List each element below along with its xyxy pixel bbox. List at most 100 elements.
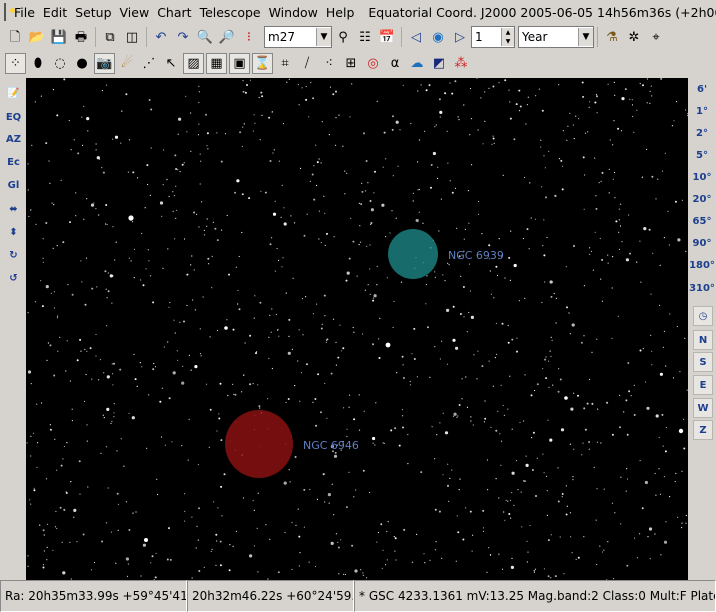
new-window-icon[interactable]: ◫ xyxy=(122,27,142,47)
telescope-icon[interactable]: ⚗ xyxy=(602,27,622,47)
reset-time-icon[interactable]: ◉ xyxy=(428,27,448,47)
menu-edit[interactable]: Edit xyxy=(39,5,71,20)
cloud-icon[interactable]: ☁ xyxy=(407,53,427,73)
color-dots-icon[interactable]: ⁂ xyxy=(451,53,471,73)
fov-button-90deg[interactable]: 90° xyxy=(688,238,716,249)
altaz-projection-button[interactable]: AZ xyxy=(4,130,23,149)
zoom-in-icon[interactable]: 🔍 xyxy=(195,27,215,47)
star-dot xyxy=(366,245,368,247)
flip-vertical-icon[interactable]: ⬍ xyxy=(4,223,23,242)
equatorial-projection-button[interactable]: EQ xyxy=(4,108,23,127)
spinner-arrows-icon[interactable]: ▲ ▼ xyxy=(501,28,514,46)
planet-icon[interactable]: ● xyxy=(72,53,92,73)
ecliptic-projection-button[interactable]: Ec xyxy=(4,153,23,172)
pointer-icon[interactable]: ↖ xyxy=(161,53,181,73)
constellation-lines-icon[interactable]: ⋰ xyxy=(139,53,159,73)
star-dot xyxy=(375,402,377,404)
ngc-6939-label[interactable]: NGC 6939 xyxy=(448,249,504,262)
star-dot xyxy=(664,152,667,154)
star-dot xyxy=(142,543,146,547)
direction-north-button[interactable]: N xyxy=(693,330,713,350)
rotate-counterclockwise-icon[interactable]: ↺ xyxy=(4,269,23,288)
copy-icon[interactable]: ⧉ xyxy=(100,27,120,47)
star-dot xyxy=(271,367,273,370)
star-dot xyxy=(660,78,663,80)
direction-zenith-button[interactable]: Z xyxy=(693,420,713,440)
menu-chart[interactable]: Chart xyxy=(153,5,195,20)
time-unit-select[interactable]: Year ▼ xyxy=(518,26,594,48)
ngc-6939-marker[interactable] xyxy=(388,229,438,279)
redo-icon[interactable]: ↷ xyxy=(173,27,193,47)
direction-south-button[interactable]: S xyxy=(693,352,713,372)
fov-button-20deg[interactable]: 20° xyxy=(688,194,716,205)
galactic-projection-button[interactable]: Gl xyxy=(4,176,23,195)
horizon-icon[interactable]: ⊞ xyxy=(341,53,361,73)
menu-help[interactable]: Help xyxy=(322,5,359,20)
galaxy-icon[interactable]: ◌ xyxy=(50,53,70,73)
list-icon[interactable]: ☷ xyxy=(355,27,375,47)
frame-icon[interactable]: ⌗ xyxy=(275,53,295,73)
ngc-6946-label[interactable]: NGC 6946 xyxy=(303,439,359,452)
fov-button-2deg[interactable]: 2° xyxy=(688,128,716,139)
menu-telescope[interactable]: Telescope xyxy=(196,5,265,20)
star-dot xyxy=(536,383,539,386)
calendar-icon[interactable]: 📅 xyxy=(377,27,397,47)
star-dot xyxy=(509,101,511,103)
menu-window[interactable]: Window xyxy=(265,5,322,20)
time-step-spinner[interactable]: 1 ▲ ▼ xyxy=(471,26,515,48)
labels-icon[interactable]: ⁖ xyxy=(319,53,339,73)
chevron-down-icon[interactable]: ▼ xyxy=(578,28,593,46)
fov-button-6arcmin[interactable]: 6' xyxy=(688,84,716,95)
star-dot xyxy=(640,281,642,283)
sky-chart[interactable]: NGC 6939 NGC 6946 xyxy=(26,78,688,580)
stars-icon[interactable]: ⁘ xyxy=(5,52,26,74)
star-dot xyxy=(424,562,426,564)
rotate-clockwise-icon[interactable]: ↻ xyxy=(4,246,23,265)
milky-way-icon[interactable]: ▨ xyxy=(183,52,204,74)
alpha-icon[interactable]: α xyxy=(385,53,405,73)
star-dot xyxy=(531,437,533,439)
scope-icon[interactable]: ⌛ xyxy=(252,52,273,74)
save-icon[interactable]: 💾 xyxy=(49,27,69,47)
fov-button-1deg[interactable]: 1° xyxy=(688,106,716,117)
target-icon[interactable]: ⌖ xyxy=(646,27,666,47)
star-dot xyxy=(277,259,280,261)
image-camera-icon[interactable]: 📷 xyxy=(94,52,115,74)
center-icon[interactable]: ⁝ xyxy=(239,27,259,47)
step-forward-icon[interactable]: ▷ xyxy=(450,27,470,47)
edit-note-icon[interactable]: 📝 xyxy=(4,84,23,103)
open-folder-icon[interactable]: 📂 xyxy=(27,27,47,47)
ecliptic-icon[interactable]: ⧸ xyxy=(297,53,317,73)
compass-icon[interactable]: ◷ xyxy=(693,306,713,326)
sky-chart-canvas[interactable]: NGC 6939 NGC 6946 xyxy=(26,78,688,580)
fov-button-310deg[interactable]: 310° xyxy=(688,283,716,294)
binoculars-icon[interactable]: ⚲ xyxy=(333,27,353,47)
bullseye-icon[interactable]: ◎ xyxy=(363,53,383,73)
new-file-icon[interactable]: 🗋 xyxy=(5,27,25,47)
menu-setup[interactable]: Setup xyxy=(71,5,115,20)
animation-icon[interactable]: ✲ xyxy=(624,27,644,47)
direction-west-button[interactable]: W xyxy=(693,398,713,418)
star-dot xyxy=(425,303,427,305)
nebula-icon[interactable]: ⬮ xyxy=(28,53,48,73)
flip-horizontal-icon[interactable]: ⬌ xyxy=(4,200,23,219)
search-object-combo[interactable]: m27 ▼ xyxy=(264,26,332,48)
step-back-icon[interactable]: ◁ xyxy=(406,27,426,47)
undo-icon[interactable]: ↶ xyxy=(151,27,171,47)
grid-icon[interactable]: ▦ xyxy=(206,52,227,74)
fov-button-65deg[interactable]: 65° xyxy=(688,216,716,227)
comet-icon[interactable]: ☄ xyxy=(117,53,137,73)
star-dot xyxy=(624,88,627,91)
fov-button-10deg[interactable]: 10° xyxy=(688,172,716,183)
eq-grid-icon[interactable]: ▣ xyxy=(229,52,250,74)
fov-button-5deg[interactable]: 5° xyxy=(688,150,716,161)
star-dot xyxy=(277,571,280,574)
chevron-down-icon[interactable]: ▼ xyxy=(316,28,331,46)
direction-east-button[interactable]: E xyxy=(693,375,713,395)
contrast-icon[interactable]: ◩ xyxy=(429,53,449,73)
zoom-out-icon[interactable]: 🔎 xyxy=(217,27,237,47)
ngc-6946-marker[interactable] xyxy=(225,410,293,478)
fov-button-180deg[interactable]: 180° xyxy=(688,260,716,271)
menu-view[interactable]: View xyxy=(116,5,154,20)
print-icon[interactable]: 🖶 xyxy=(71,27,91,47)
